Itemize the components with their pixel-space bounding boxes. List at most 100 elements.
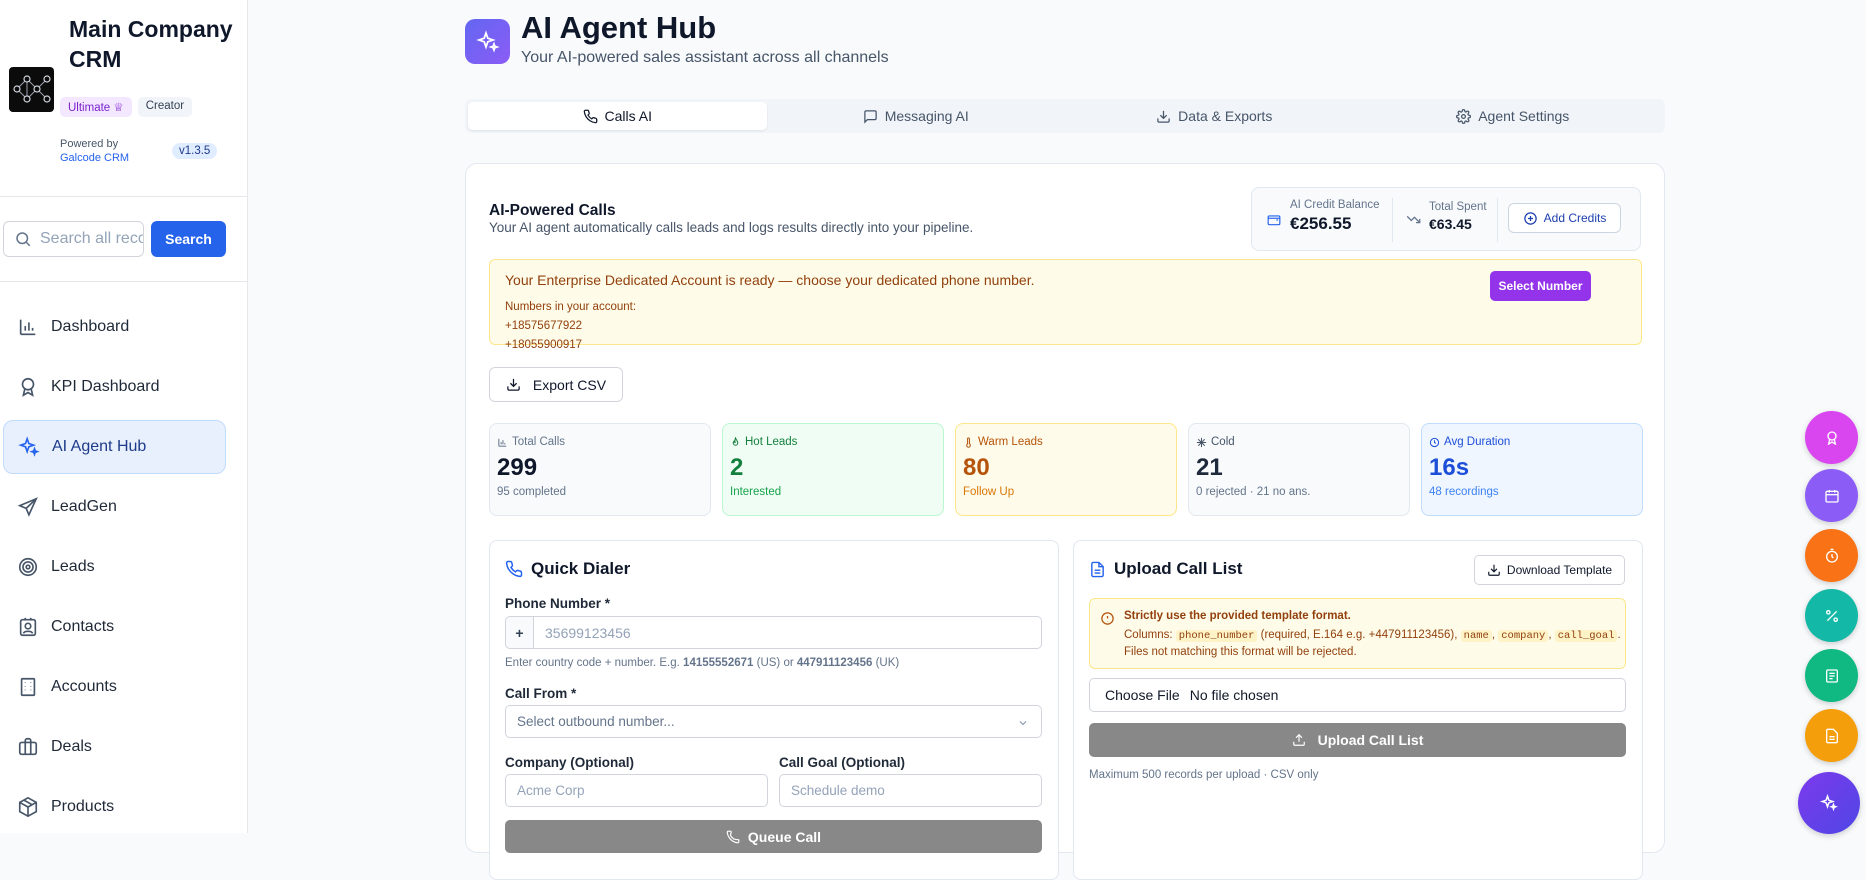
powered-by-link[interactable]: Galcode CRM: [60, 151, 129, 165]
bar-chart-icon: [19, 319, 36, 336]
role-badge: Creator: [137, 97, 193, 117]
sidebar-item-kpi-dashboard[interactable]: KPI Dashboard: [3, 360, 226, 414]
search-placeholder: Search all records: [40, 230, 143, 247]
company-input[interactable]: Acme Corp: [505, 774, 768, 807]
sidebar-item-accounts[interactable]: Accounts: [3, 660, 226, 714]
hint-uk-example: 447911123456: [796, 657, 873, 669]
add-credits-button[interactable]: Add Credits: [1508, 203, 1621, 233]
stat-sub: Interested: [730, 486, 782, 498]
sidebar-item-dashboard[interactable]: Dashboard: [3, 300, 226, 354]
fab-percent[interactable]: [1805, 589, 1858, 642]
total-spent-value: €63.45: [1429, 216, 1472, 232]
download-template-button[interactable]: Download Template: [1474, 555, 1625, 585]
sidebar-nav: Dashboard KPI Dashboard AI Agent Hub Lea…: [3, 300, 226, 840]
stat-label: Warm Leads: [963, 436, 1176, 448]
choose-file-button[interactable]: Choose File: [1105, 687, 1180, 703]
percent-icon: [1825, 609, 1838, 622]
global-search-input[interactable]: Search all records: [3, 221, 144, 257]
sidebar-item-label: Leads: [51, 558, 95, 575]
stat-cold: Cold 21 0 rejected · 21 no ans.: [1188, 423, 1410, 516]
hub-header-icon: [465, 19, 510, 64]
upload-title-text: Upload Call List: [1114, 559, 1243, 578]
upload-button-label: Upload Call List: [1317, 732, 1424, 748]
wallet-icon: [1267, 215, 1281, 226]
phone-icon: [583, 109, 597, 123]
column-code: call_goal: [1554, 630, 1618, 642]
download-template-label: Download Template: [1506, 563, 1613, 577]
company-logo: [9, 67, 54, 112]
fab-sheet[interactable]: [1805, 649, 1858, 702]
call-from-placeholder: Select outbound number...: [517, 714, 675, 729]
company-placeholder: Acme Corp: [517, 783, 585, 798]
columns-label: Columns:: [1124, 629, 1173, 641]
alert-numbers: Numbers in your account: +18575677922 +1…: [505, 298, 636, 355]
upload-call-list-panel: Upload Call List Download Template Stric…: [1073, 540, 1643, 880]
tab-agent-settings[interactable]: Agent Settings: [1364, 102, 1663, 130]
sidebar-item-label: LeadGen: [51, 498, 117, 515]
plan-badge-label: Ultimate: [68, 102, 111, 114]
sidebar-item-leads[interactable]: Leads: [3, 540, 226, 594]
crown-icon: ♕: [113, 102, 124, 114]
clock-icon: [1429, 437, 1440, 447]
fab-award[interactable]: [1805, 411, 1858, 464]
file-input[interactable]: Choose File No file chosen: [1089, 678, 1626, 712]
sheet-icon: [1825, 668, 1838, 683]
stat-value: 80: [963, 454, 990, 481]
sidebar-item-ai-agent-hub[interactable]: AI Agent Hub: [3, 420, 226, 474]
fab-note[interactable]: [1805, 709, 1858, 762]
tab-calls-ai[interactable]: Calls AI: [468, 102, 767, 130]
fab-timer[interactable]: [1805, 529, 1858, 582]
sidebar-item-products[interactable]: Products: [3, 780, 226, 834]
export-csv-button[interactable]: Export CSV: [489, 367, 623, 402]
phone-number-input[interactable]: 35699123456: [533, 616, 1042, 649]
tab-data-exports[interactable]: Data & Exports: [1065, 102, 1364, 130]
call-from-select[interactable]: Select outbound number...: [505, 705, 1042, 738]
sidebar-item-label: AI Agent Hub: [52, 438, 147, 455]
hint-text: (UK): [875, 657, 900, 669]
phone-number-label: Phone Number *: [505, 596, 611, 611]
select-number-button[interactable]: Select Number: [1490, 271, 1591, 301]
export-csv-label: Export CSV: [532, 376, 607, 393]
sidebar-item-deals[interactable]: Deals: [3, 720, 226, 774]
call-goal-placeholder: Schedule demo: [791, 783, 885, 798]
phone-prefix: +: [505, 616, 533, 649]
quick-dialer-title-text: Quick Dialer: [531, 559, 631, 578]
briefcase-icon: [18, 737, 38, 756]
package-icon: [18, 796, 38, 818]
stat-value: 21: [1196, 454, 1223, 481]
target-icon: [18, 557, 38, 577]
credit-balance-label: AI Credit Balance: [1290, 199, 1380, 211]
contact-icon: [19, 617, 37, 637]
total-spent: Total Spent €63.45: [1429, 201, 1487, 232]
sidebar-item-label: Deals: [51, 738, 92, 755]
stat-label-text: Cold: [1211, 436, 1235, 448]
stat-total-calls: Total Calls 299 95 completed: [489, 423, 711, 516]
warning-title: Strictly use the provided template forma…: [1124, 610, 1351, 622]
column-note: (required, E.164 e.g. +447911123456),: [1260, 629, 1458, 641]
bar-chart-icon: [498, 438, 507, 447]
upload-call-list-button[interactable]: Upload Call List: [1089, 723, 1626, 757]
dedicated-account-alert: Your Enterprise Dedicated Account is rea…: [489, 259, 1642, 351]
phone-icon: [505, 560, 523, 578]
tab-messaging-ai[interactable]: Messaging AI: [767, 102, 1066, 130]
fab-ai-assistant[interactable]: [1798, 772, 1860, 834]
hint-us-example: 14155552671: [683, 657, 754, 669]
search-button[interactable]: Search: [151, 221, 226, 257]
call-from-label: Call From *: [505, 686, 577, 701]
send-icon: [17, 497, 38, 517]
version-badge: v1.3.5: [172, 143, 218, 159]
stat-value: 2: [730, 454, 744, 481]
hint-text: Enter country code + number. E.g.: [505, 657, 680, 669]
divider: [0, 196, 248, 197]
stat-sub: 95 completed: [497, 486, 567, 498]
fab-calendar[interactable]: [1805, 469, 1858, 522]
powered-by-label: Powered by: [60, 138, 119, 150]
sidebar-item-leadgen[interactable]: LeadGen: [3, 480, 226, 534]
quick-dialer-title: Quick Dialer: [505, 559, 630, 579]
call-goal-input[interactable]: Schedule demo: [779, 774, 1042, 807]
queue-call-button[interactable]: Queue Call: [505, 820, 1042, 853]
trending-down-icon: [1406, 215, 1421, 224]
alert-circle-icon: [1101, 612, 1114, 625]
phone-placeholder: 35699123456: [545, 624, 631, 641]
sidebar-item-contacts[interactable]: Contacts: [3, 600, 226, 654]
